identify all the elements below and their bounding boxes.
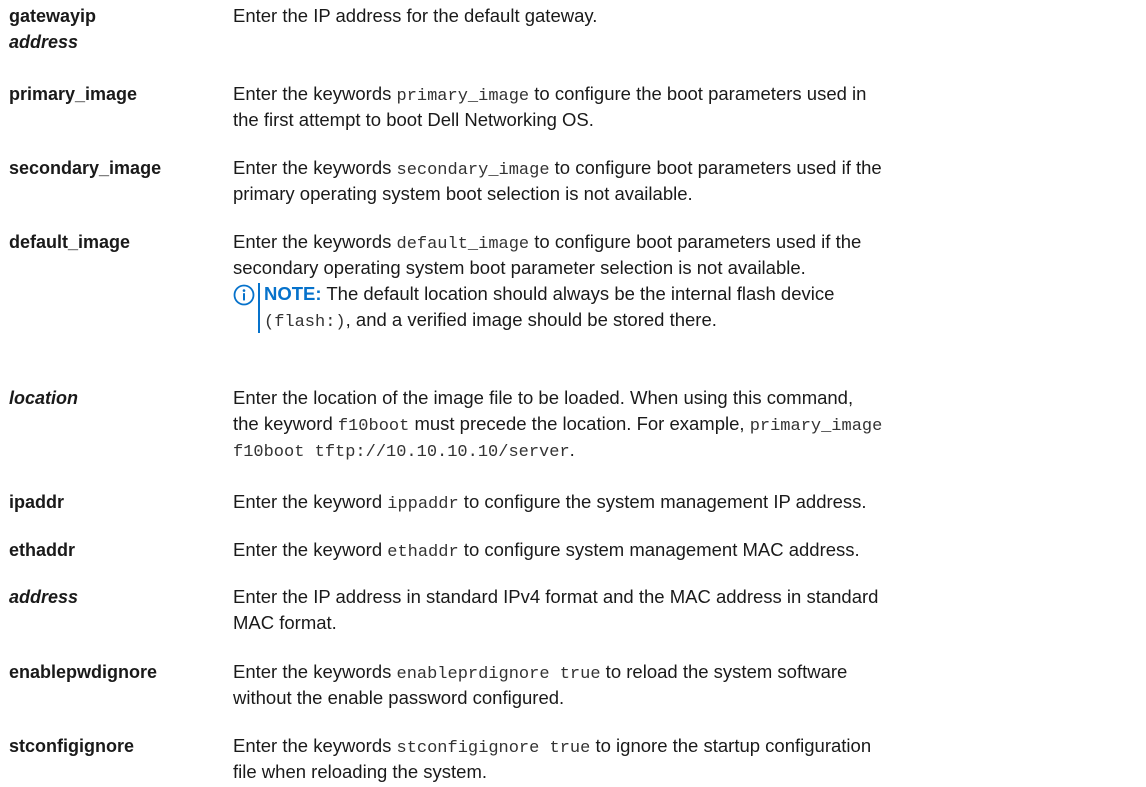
desc-text: to reload the system software	[600, 661, 848, 682]
desc-text: Enter the keywords	[233, 735, 397, 756]
desc-line: Enter the keywords default_image to conf…	[233, 229, 1143, 255]
param-description: Enter the location of the image file to …	[233, 385, 1143, 463]
param-description: Enter the keywords secondary_image to co…	[233, 155, 1143, 207]
code-keyword: (flash:)	[264, 313, 346, 332]
note-text-part: The default location should always be th…	[321, 283, 835, 304]
code-keyword: ippaddr	[387, 495, 459, 514]
desc-line: Enter the keywords primary_image to conf…	[233, 81, 1143, 107]
desc-text: MAC format.	[233, 612, 337, 633]
desc-text: Enter the IP address for the default gat…	[233, 5, 598, 26]
code-keyword: f10boot	[337, 417, 410, 436]
desc-line: Enter the keywords enableprdignore true …	[233, 659, 1143, 685]
desc-line: Enter the keywords secondary_image to co…	[233, 155, 1143, 181]
desc-text: without the enable password configured.	[233, 687, 565, 708]
code-keyword: secondary_image	[396, 161, 550, 180]
param-term: ipaddr	[9, 492, 65, 512]
note-line: (flash:), and a verified image should be…	[264, 307, 834, 333]
desc-line: MAC format.	[233, 610, 1143, 636]
param-description: Enter the keyword ethaddr to configure s…	[233, 537, 1143, 563]
desc-line: Enter the IP address for the default gat…	[233, 3, 1143, 29]
desc-line: file when reloading the system.	[233, 759, 1143, 785]
desc-text: Enter the keywords	[233, 231, 397, 252]
info-icon	[233, 284, 255, 306]
param-description: Enter the keywords default_image to conf…	[233, 229, 1143, 281]
desc-text: .	[569, 439, 575, 460]
desc-text: primary operating system boot selection …	[233, 183, 693, 204]
desc-text: to configure system management MAC addre…	[458, 539, 860, 560]
code-keyword: primary_image	[749, 417, 883, 436]
param-term: primary_image	[9, 84, 138, 104]
note-label: NOTE:	[264, 283, 322, 304]
code-keyword: enableprdignore true	[396, 665, 601, 684]
desc-text: to configure the system management IP ad…	[458, 491, 867, 512]
code-keyword: f10boot tftp://10.10.10.10/server	[233, 443, 570, 462]
desc-text: Enter the keywords	[233, 83, 397, 104]
note-accent-bar	[258, 283, 260, 333]
param-term-line: gatewayip	[9, 6, 97, 26]
note-text: NOTE: The default location should always…	[264, 281, 834, 333]
param-term: enablepwdignore	[9, 662, 158, 682]
desc-line: Enter the location of the image file to …	[233, 385, 1143, 411]
desc-text: to ignore the startup configuration	[590, 735, 872, 756]
desc-text: the first attempt to boot Dell Networkin…	[233, 109, 594, 130]
desc-text: the keyword	[233, 413, 338, 434]
desc-text: Enter the location of the image file to …	[233, 387, 854, 408]
desc-text: to configure boot parameters used if the	[549, 157, 882, 178]
desc-text: Enter the keywords	[233, 661, 397, 682]
desc-line: primary operating system boot selection …	[233, 181, 1143, 207]
param-term: secondary_image	[9, 158, 162, 178]
desc-line: secondary operating system boot paramete…	[233, 255, 1143, 281]
param-term-line: address	[9, 32, 79, 52]
desc-text: Enter the keywords	[233, 157, 397, 178]
param-term: ethaddr	[9, 540, 76, 560]
param-description: Enter the keywords enableprdignore true …	[233, 659, 1143, 711]
desc-text: Enter the keyword	[233, 539, 388, 560]
code-keyword: primary_image	[396, 87, 530, 106]
desc-text: Enter the IP address in standard IPv4 fo…	[233, 586, 879, 607]
desc-line: Enter the keyword ethaddr to configure s…	[233, 537, 1143, 563]
desc-line: Enter the IP address in standard IPv4 fo…	[233, 584, 1143, 610]
code-keyword: ethaddr	[387, 543, 459, 562]
desc-line: without the enable password configured.	[233, 685, 1143, 711]
desc-text: secondary operating system boot paramete…	[233, 257, 806, 278]
desc-text: to configure boot parameters used if the	[529, 231, 862, 252]
desc-line: Enter the keywords stconfigignore true t…	[233, 733, 1143, 759]
param-description: Enter the keywords stconfigignore true t…	[233, 733, 1143, 785]
note-line: NOTE: The default location should always…	[264, 281, 834, 307]
desc-text: to configure the boot parameters used in	[529, 83, 867, 104]
code-keyword: stconfigignore true	[396, 739, 591, 758]
desc-line: f10boot tftp://10.10.10.10/server.	[233, 437, 1143, 463]
param-term: stconfigignore	[9, 736, 134, 756]
desc-text: Enter the keyword	[233, 491, 388, 512]
param-description: Enter the IP address for the default gat…	[233, 3, 1143, 29]
desc-text: must precede the location. For example,	[409, 413, 750, 434]
param-description: Enter the keywords primary_image to conf…	[233, 81, 1143, 133]
desc-text: file when reloading the system.	[233, 761, 487, 782]
param-term: address	[9, 587, 79, 607]
note-text-part: , and a verified image should be stored …	[345, 309, 717, 330]
param-term: location	[9, 388, 79, 408]
desc-line: the keyword f10boot must precede the loc…	[233, 411, 1143, 437]
param-description: Enter the keyword ippaddr to configure t…	[233, 489, 1143, 515]
param-term: gatewayip address	[9, 3, 231, 55]
desc-line: Enter the keyword ippaddr to configure t…	[233, 489, 1143, 515]
desc-line: the first attempt to boot Dell Networkin…	[233, 107, 1143, 133]
code-keyword: default_image	[396, 235, 530, 254]
param-description: Enter the IP address in standard IPv4 fo…	[233, 584, 1143, 636]
param-term: default_image	[9, 232, 131, 252]
